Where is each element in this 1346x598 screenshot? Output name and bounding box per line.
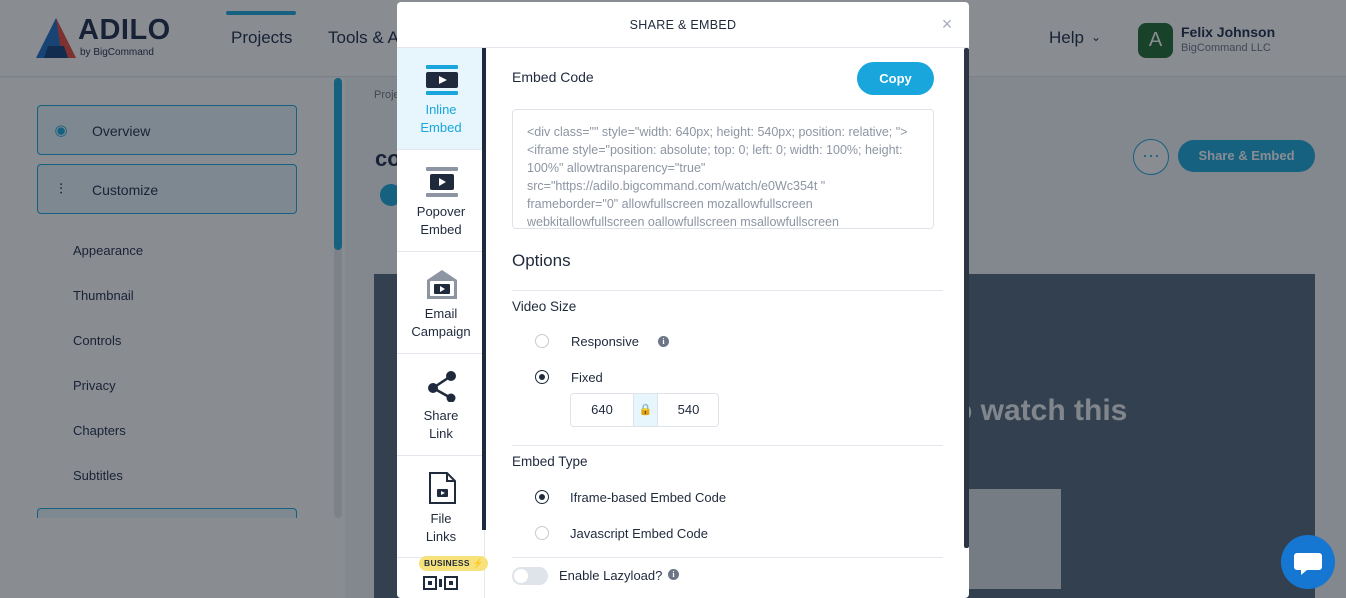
iframe-label[interactable]: Iframe-based Embed Code (570, 490, 726, 505)
tab-label: Campaign (411, 324, 471, 339)
lazyload-toggle[interactable] (512, 567, 548, 585)
options-title: Options (512, 251, 571, 270)
radio-javascript[interactable] (535, 526, 549, 540)
width-input[interactable] (571, 394, 633, 426)
lock-icon[interactable]: 🔒 (633, 394, 658, 426)
business-badge: BUSINESS ⚡ (419, 556, 489, 571)
chat-button[interactable] (1281, 535, 1335, 589)
embed-code-label: Embed Code (512, 69, 594, 85)
divider (512, 557, 943, 558)
divider (512, 290, 943, 291)
height-input[interactable] (658, 394, 719, 426)
email-campaign-icon (427, 270, 457, 299)
inline-embed-icon (426, 65, 458, 95)
fixed-label[interactable]: Fixed (571, 370, 603, 385)
tab-label: Embed (420, 222, 462, 237)
embed-type-label: Embed Type (512, 454, 588, 469)
tab-inline-embed[interactable]: Inline Embed (397, 48, 485, 150)
modal-title: SHARE & EMBED (629, 18, 737, 32)
tab-email-campaign[interactable]: Email Campaign (397, 252, 485, 354)
share-embed-modal: SHARE & EMBED × Inline Embed Popover Emb (397, 2, 969, 598)
divider (512, 445, 943, 446)
tab-label: Share (423, 408, 459, 423)
tab-share-link[interactable]: Share Link (397, 354, 485, 456)
radio-iframe[interactable] (535, 490, 549, 504)
radio-fixed[interactable] (535, 370, 549, 384)
lazyload-label[interactable]: Enable Lazyload? (559, 568, 662, 583)
tab-label: Links (425, 529, 457, 544)
share-link-icon (428, 371, 456, 402)
tab-label: Inline (425, 102, 457, 117)
qr-code-icon (423, 576, 458, 590)
tab-label: Email (424, 306, 458, 321)
javascript-label[interactable]: Javascript Embed Code (570, 526, 708, 541)
tab-label: Link (429, 426, 453, 441)
content-scrollbar[interactable] (964, 48, 969, 548)
tab-label: Embed (420, 120, 462, 135)
file-links-icon (429, 472, 456, 504)
responsive-label[interactable]: Responsive (571, 334, 639, 349)
tab-file-links[interactable]: File Links (397, 456, 485, 558)
chat-icon (1294, 553, 1322, 575)
embed-code-textarea[interactable] (512, 109, 934, 229)
info-icon[interactable]: i (658, 336, 669, 347)
size-inputs: 🔒 (570, 393, 719, 427)
copy-button[interactable]: Copy (857, 62, 934, 95)
tab-popover-embed[interactable]: Popover Embed (397, 150, 485, 252)
popover-embed-icon (426, 167, 458, 197)
tab-label: File (430, 511, 452, 526)
close-icon[interactable]: × (938, 14, 956, 34)
modal-header: SHARE & EMBED × (397, 2, 969, 48)
video-size-label: Video Size (512, 299, 577, 314)
tabs-scrollbar[interactable] (482, 48, 486, 530)
info-icon[interactable]: i (668, 569, 679, 580)
tab-label: Popover (416, 204, 466, 219)
embed-tabs: Inline Embed Popover Embed Email Campaig (397, 48, 485, 598)
radio-responsive[interactable] (535, 334, 549, 348)
